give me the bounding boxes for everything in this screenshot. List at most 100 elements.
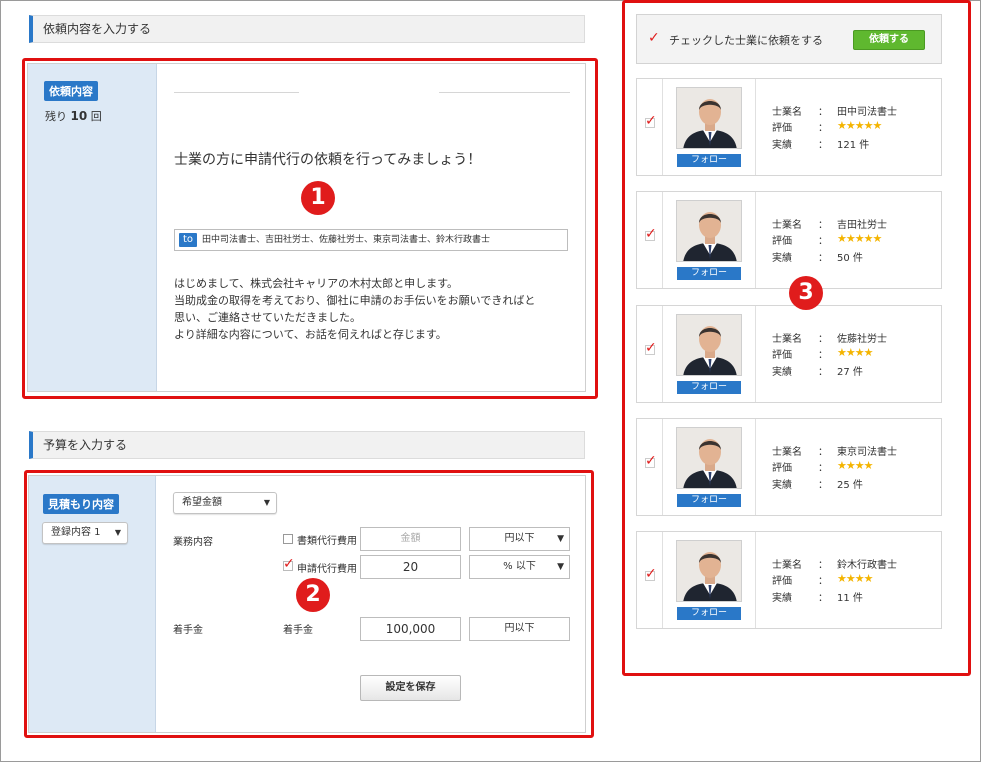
expert-name: 吉田社労士 (837, 220, 887, 231)
follow-button[interactable]: フォロー (677, 267, 741, 280)
to-tag: to (179, 233, 198, 247)
expert-select-cell: ✓ (637, 192, 663, 288)
expert-select-cell: ✓ (637, 79, 663, 175)
checkmark-icon: ✓ (648, 30, 660, 46)
name-label: 士業名 (772, 560, 802, 571)
divider-right (439, 92, 570, 93)
record-label: 実績 (772, 140, 792, 151)
service-label: 業務内容 (173, 537, 213, 548)
rating-stars: ★★★★ (837, 572, 873, 585)
avatar (676, 427, 742, 489)
application-fee-label: 申請代行費用 (297, 564, 357, 575)
colon: ： (818, 220, 828, 231)
colon: ： (818, 593, 828, 604)
expert-name: 東京司法書士 (837, 447, 897, 458)
rating-stars: ★★★★ (837, 459, 873, 472)
colon: ： (818, 560, 828, 571)
request-side-panel: 依頼内容 残り 10 回 (28, 64, 157, 391)
colon: ： (818, 463, 828, 474)
expert-photo (677, 88, 741, 148)
expert-photo-cell: フォロー (663, 79, 756, 175)
expert-card: ✓ フォロー 士業名 ： 鈴木行政書士 評価 ： ★★★★ 実績 ： 11 件 (636, 531, 942, 629)
amount-type-select[interactable]: 希望金額 ▼ (173, 492, 277, 514)
request-button[interactable]: 依頼する (853, 30, 925, 50)
message-line: 思い、ご連絡させていただきました。 (174, 311, 361, 324)
template-select[interactable]: 登録内容 1 ▼ (42, 522, 128, 544)
expert-name: 鈴木行政書士 (837, 560, 897, 571)
expert-select-cell: ✓ (637, 419, 663, 515)
expert-photo-cell: フォロー (663, 419, 756, 515)
colon: ： (818, 447, 828, 458)
marker-3: 3 (789, 276, 823, 310)
name-label: 士業名 (772, 447, 802, 458)
follow-button[interactable]: フォロー (677, 494, 741, 507)
name-label: 士業名 (772, 220, 802, 231)
to-recipients-text: 田中司法書士、吉田社労士、佐藤社労士、東京司法書士、鈴木行政書士 (202, 235, 491, 245)
colon: ： (818, 107, 828, 118)
follow-button[interactable]: フォロー (677, 154, 741, 167)
rating-stars: ★★★★ (837, 346, 873, 359)
expert-record: 121 件 (837, 140, 870, 151)
save-settings-button[interactable]: 設定を保存 (360, 675, 461, 701)
request-bar: ✓ チェックした士業に依頼をする 依頼する (636, 14, 942, 64)
checkmark-icon: ✓ (283, 556, 295, 572)
deposit-sub-label: 着手金 (283, 625, 313, 636)
avatar (676, 87, 742, 149)
checkmark-icon: ✓ (645, 453, 657, 469)
colon: ： (818, 350, 828, 361)
doc-fee-amount-input[interactable]: 金額 (360, 527, 461, 551)
remaining-suffix: 回 (90, 110, 102, 123)
rating-label: 評価 (772, 123, 792, 134)
to-recipients-field[interactable]: to 田中司法書士、吉田社労士、佐藤社労士、東京司法書士、鈴木行政書士 (174, 229, 568, 251)
request-panel: 依頼内容 残り 10 回 士業の方に申請代行の依頼を行ってみましょう！ to 田中… (27, 63, 586, 392)
estimate-tag: 見積もり内容 (43, 494, 119, 514)
avatar (676, 200, 742, 262)
follow-button[interactable]: フォロー (677, 381, 741, 394)
expert-record: 50 件 (837, 253, 863, 264)
expert-name: 田中司法書士 (837, 107, 897, 118)
message-line: はじめまして、株式会社キャリアの木村太郎と申します。 (174, 277, 459, 290)
record-label: 実績 (772, 480, 792, 491)
avatar (676, 314, 742, 376)
colon: ： (818, 480, 828, 491)
marker-1: 1 (301, 181, 335, 215)
expert-photo-cell: フォロー (663, 532, 756, 628)
remaining-prefix: 残り (45, 110, 67, 123)
expert-select-cell: ✓ (637, 532, 663, 628)
expert-name: 佐藤社労士 (837, 334, 887, 345)
doc-fee-label: 書類代行費用 (297, 536, 357, 547)
application-fee-unit-value: % 以下 (503, 561, 536, 572)
expert-card: ✓ フォロー 士業名 ： 田中司法書士 評価 ： ★★★★★ 実績 ： 121 件 (636, 78, 942, 176)
deposit-label: 着手金 (173, 625, 203, 636)
section-heading-budget-text: 予算を入力する (43, 438, 128, 452)
expert-photo-cell: フォロー (663, 306, 756, 402)
dropdown-caret-icon: ▼ (557, 534, 564, 544)
message-body[interactable]: はじめまして、株式会社キャリアの木村太郎と申します。 当助成金の取得を考えており… (174, 275, 574, 343)
colon: ： (818, 576, 828, 587)
deposit-unit: 円以下 (469, 617, 570, 641)
application-fee-amount-input[interactable]: 20 (360, 555, 461, 579)
request-tag: 依頼内容 (44, 81, 98, 101)
expert-card: ✓ フォロー 士業名 ： 佐藤社労士 評価 ： ★★★★ 実績 ： 27 件 (636, 305, 942, 403)
rating-label: 評価 (772, 463, 792, 474)
expert-photo (677, 428, 741, 488)
expert-photo-cell: フォロー (663, 192, 756, 288)
checkmark-icon: ✓ (645, 566, 657, 582)
follow-button[interactable]: フォロー (677, 607, 741, 620)
rating-label: 評価 (772, 236, 792, 247)
doc-fee-unit-select[interactable]: 円以下 ▼ (469, 527, 570, 551)
application-fee-unit-select[interactable]: % 以下 ▼ (469, 555, 570, 579)
expert-card: ✓ フォロー 士業名 ： 吉田社労士 評価 ： ★★★★★ 実績 ： 50 件 (636, 191, 942, 289)
request-checked-label: チェックした士業に依頼をする (669, 34, 823, 47)
section-heading-request-text: 依頼内容を入力する (43, 22, 152, 36)
expert-card: ✓ フォロー 士業名 ： 東京司法書士 評価 ： ★★★★ 実績 ： 25 件 (636, 418, 942, 516)
dropdown-caret-icon: ▼ (114, 528, 121, 537)
message-line: 当助成金の取得を考えており、御社に申請のお手伝いをお願いできればと (174, 294, 536, 307)
colon: ： (818, 123, 828, 134)
amount-type-select-value: 希望金額 (182, 497, 222, 508)
deposit-amount-input[interactable]: 100,000 (360, 617, 461, 641)
doc-fee-checkbox[interactable] (283, 534, 293, 544)
marker-2: 2 (296, 578, 330, 612)
expert-photo (677, 201, 741, 261)
name-label: 士業名 (772, 107, 802, 118)
